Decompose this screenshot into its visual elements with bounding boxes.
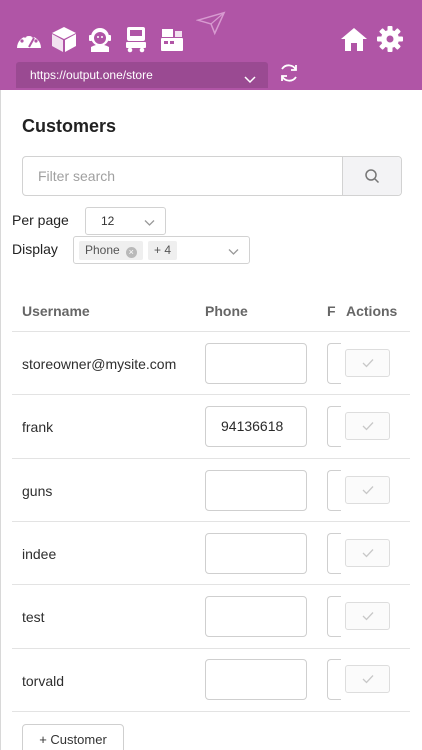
home-icon[interactable] [339,24,369,54]
chevron-down-icon [144,217,155,231]
phone-input[interactable] [205,596,307,637]
divider [12,584,410,585]
row-username: test [22,609,45,625]
row-username: storeowner@mysite.com [22,356,177,372]
tag-label: Phone [85,243,120,257]
save-row-button[interactable] [345,539,390,567]
display-label: Display [12,241,58,257]
per-page-select[interactable]: 12 [85,207,166,235]
gear-icon[interactable] [375,24,405,54]
per-page-label: Per page [12,212,69,228]
chevron-down-icon [228,246,239,260]
row-username: guns [22,483,53,499]
divider [12,648,410,649]
save-row-button[interactable] [345,412,390,440]
divider [12,711,410,712]
paper-plane-icon[interactable] [196,8,226,38]
save-row-button[interactable] [345,476,390,504]
phone-input[interactable] [205,533,307,574]
search-box [22,156,402,196]
dashboard-icon[interactable] [14,24,44,54]
display-tag-phone: Phone × [79,241,143,260]
top-navigation-bar: https://output.one/store [0,0,422,90]
add-customer-button[interactable]: + Customer [22,724,124,750]
save-row-button[interactable] [345,665,390,693]
f-input[interactable] [327,470,341,511]
refresh-icon[interactable] [278,62,300,84]
divider [12,331,410,332]
divider [12,521,410,522]
f-input[interactable] [327,659,341,700]
f-input[interactable] [327,533,341,574]
check-icon [362,549,373,558]
check-icon [362,612,373,621]
phone-input[interactable] [205,659,307,700]
divider [12,458,410,459]
search-input[interactable] [23,157,342,195]
phone-input[interactable]: 94136618 [205,406,307,447]
phone-input[interactable] [205,343,307,384]
display-tag-more: + 4 [148,241,178,260]
row-username: indee [22,546,57,562]
cash-register-icon[interactable] [157,24,187,54]
search-icon [365,169,380,184]
divider [12,394,410,395]
check-icon [362,359,373,368]
row-username: frank [22,419,54,435]
close-icon[interactable]: × [125,247,137,258]
column-header-f: F [327,303,336,319]
support-agent-icon[interactable] [85,24,115,54]
row-username: torvald [22,673,65,689]
truck-icon[interactable] [121,24,151,54]
column-header-phone: Phone [205,303,248,319]
f-input[interactable] [327,406,341,447]
display-select[interactable]: Phone × + 4 [73,236,250,264]
check-icon [362,675,373,684]
column-header-username: Username [22,303,90,319]
save-row-button[interactable] [345,602,390,630]
check-icon [362,486,373,495]
per-page-value: 12 [101,214,115,228]
save-row-button[interactable] [345,349,390,377]
f-input[interactable] [327,343,341,384]
check-icon [362,422,373,431]
url-selector[interactable]: https://output.one/store [16,62,268,88]
url-text: https://output.one/store [30,68,153,82]
f-input[interactable] [327,596,341,637]
phone-input[interactable] [205,470,307,511]
page-title: Customers [22,116,117,136]
column-header-actions: Actions [346,303,398,319]
search-button[interactable] [342,157,401,195]
package-icon[interactable] [49,24,79,54]
